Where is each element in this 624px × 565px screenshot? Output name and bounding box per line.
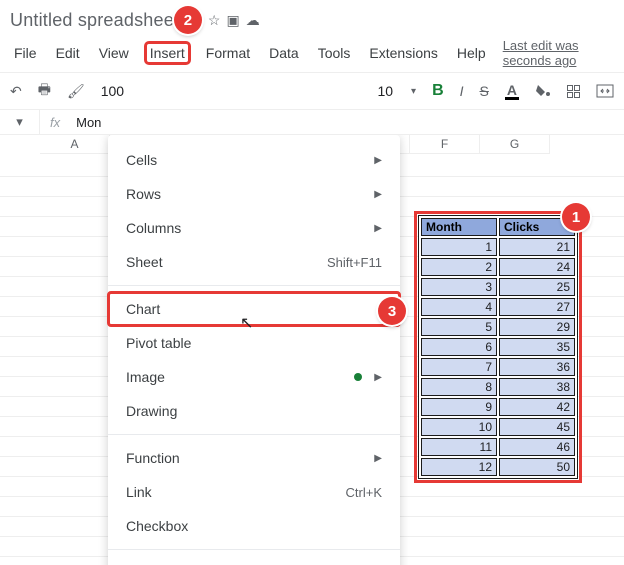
menu-view[interactable]: View	[97, 43, 131, 63]
fx-label: fx	[40, 115, 70, 130]
formula-input[interactable]: Mon	[70, 111, 107, 134]
menu-format[interactable]: Format	[204, 43, 252, 63]
dd-pivot[interactable]: Pivot table	[108, 326, 400, 360]
menu-insert[interactable]: Insert	[146, 43, 189, 63]
chevron-right-icon: ▶	[374, 453, 382, 464]
separator	[108, 549, 400, 550]
move-icon[interactable]: ▣	[226, 12, 239, 29]
font-size-select[interactable]: 10	[377, 83, 393, 99]
table-row[interactable]: 635	[421, 338, 575, 356]
menu-data[interactable]: Data	[267, 43, 301, 63]
table-row[interactable]: 1250	[421, 458, 575, 476]
separator	[108, 285, 400, 286]
italic-button[interactable]: I	[460, 83, 464, 99]
menu-bar: File Edit View Insert Format Data Tools …	[10, 34, 606, 72]
font-size-chevron-icon[interactable]: ▾	[411, 86, 416, 97]
table-row[interactable]: 529	[421, 318, 575, 336]
zoom-select[interactable]: 100	[101, 83, 124, 99]
last-edit-link[interactable]: Last edit was seconds ago	[503, 38, 606, 68]
th-month[interactable]: Month	[421, 218, 497, 236]
table-row[interactable]: 838	[421, 378, 575, 396]
col-a[interactable]: A	[40, 135, 110, 154]
menu-tools[interactable]: Tools	[316, 43, 353, 63]
print-icon[interactable]: 🖶	[38, 79, 51, 103]
bold-button[interactable]: B	[432, 82, 444, 100]
fill-color-button[interactable]	[535, 83, 551, 99]
table-row[interactable]: 1146	[421, 438, 575, 456]
merge-button[interactable]	[596, 84, 614, 98]
dd-chart[interactable]: Chart	[108, 292, 400, 326]
annotation-2: 2	[174, 6, 202, 34]
chevron-right-icon: ▶	[374, 372, 382, 383]
chevron-right-icon: ▶	[374, 155, 382, 166]
formula-bar: ▾ fx Mon	[0, 110, 624, 135]
table-row[interactable]: 121	[421, 238, 575, 256]
toolbar: ↶ 🖶 🖌 100 10 ▾ B I S A	[0, 72, 624, 110]
dd-drawing[interactable]: Drawing	[108, 394, 400, 428]
cloud-icon[interactable]: ☁	[246, 12, 260, 29]
dd-rows[interactable]: Rows▶	[108, 177, 400, 211]
dd-sheet[interactable]: SheetShift+F11	[108, 245, 400, 279]
menu-file[interactable]: File	[12, 43, 39, 63]
col-f[interactable]: F	[410, 135, 480, 154]
separator	[108, 434, 400, 435]
dd-columns[interactable]: Columns▶	[108, 211, 400, 245]
menu-edit[interactable]: Edit	[54, 43, 82, 63]
menu-help[interactable]: Help	[455, 43, 488, 63]
annotation-1: 1	[562, 203, 590, 231]
annotation-3: 3	[378, 297, 406, 325]
paint-format-icon[interactable]: 🖌	[67, 83, 85, 100]
strike-button[interactable]: S	[480, 83, 489, 99]
dd-cells[interactable]: Cells▶	[108, 143, 400, 177]
table-row[interactable]: 1045	[421, 418, 575, 436]
dd-link[interactable]: LinkCtrl+K	[108, 475, 400, 509]
dd-checkbox[interactable]: Checkbox	[108, 509, 400, 543]
table-row[interactable]: 736	[421, 358, 575, 376]
selected-data-table[interactable]: Month Clicks 121 224 325 427 529 635 736…	[418, 215, 578, 479]
chevron-right-icon: ▶	[374, 189, 382, 200]
star-icon[interactable]: ☆	[208, 12, 221, 29]
name-box[interactable]: ▾	[0, 110, 40, 134]
menu-extensions[interactable]: Extensions	[367, 43, 439, 63]
dd-comment[interactable]: CommentCtrl+Alt+M	[108, 556, 400, 565]
dd-function[interactable]: Function▶	[108, 441, 400, 475]
table-row[interactable]: 224	[421, 258, 575, 276]
undo-icon[interactable]: ↶	[10, 83, 22, 100]
new-dot-icon	[354, 373, 362, 381]
table-row[interactable]: 427	[421, 298, 575, 316]
cursor-icon: ↖	[240, 313, 253, 333]
insert-dropdown: Cells▶ Rows▶ Columns▶ SheetShift+F11 Cha…	[108, 135, 400, 565]
table-header-row: Month Clicks	[421, 218, 575, 236]
table-row[interactable]: 942	[421, 398, 575, 416]
borders-button[interactable]	[567, 85, 580, 98]
chevron-right-icon: ▶	[374, 223, 382, 234]
table-row[interactable]: 325	[421, 278, 575, 296]
document-title[interactable]: Untitled spreadshee	[10, 10, 174, 31]
text-color-button[interactable]: A	[505, 83, 519, 100]
col-g[interactable]: G	[480, 135, 550, 154]
dd-image[interactable]: Image▶	[108, 360, 400, 394]
